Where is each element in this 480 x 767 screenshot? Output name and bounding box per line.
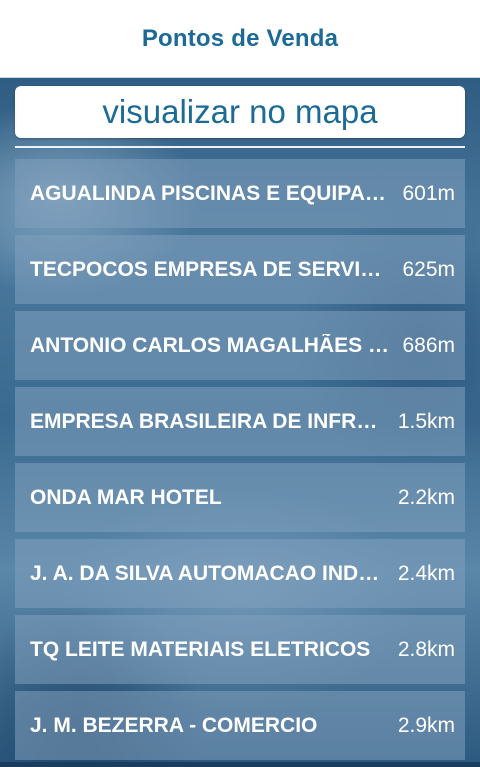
store-distance: 601m — [402, 181, 455, 205]
store-distance: 625m — [402, 257, 455, 281]
store-distance: 1.5km — [397, 409, 455, 433]
view-on-map-button[interactable]: visualizar no mapa — [15, 86, 465, 138]
store-distance: 2.4km — [397, 561, 455, 585]
store-distance: 2.9km — [397, 713, 455, 737]
list-item-store[interactable]: J. A. DA SILVA AUTOMACAO INDUSTRIAL 2.4k… — [15, 539, 465, 608]
list-item-store[interactable]: TQ LEITE MATERIAIS ELETRICOS 2.8km — [15, 615, 465, 684]
store-list: AGUALINDA PISCINAS E EQUIPAMENTOS 601m T… — [15, 159, 465, 767]
store-name: J. M. BEZERRA - COMERCIO — [30, 713, 318, 737]
store-name: EMPRESA BRASILEIRA DE INFRAESTRUTURA — [30, 409, 398, 433]
view-on-map-label: visualizar no mapa — [102, 93, 378, 130]
list-item-store[interactable]: J. M. BEZERRA - COMERCIO 2.9km — [15, 691, 465, 760]
list-item-store[interactable]: AGUALINDA PISCINAS E EQUIPAMENTOS 601m — [15, 159, 465, 228]
list-item-store[interactable]: ONDA MAR HOTEL 2.2km — [15, 463, 465, 532]
store-name: J. A. DA SILVA AUTOMACAO INDUSTRIAL — [30, 561, 398, 585]
app-header: Pontos de Venda — [0, 0, 480, 78]
store-name: TECPOCOS EMPRESA DE SERVICOS — [30, 257, 403, 281]
store-name: TQ LEITE MATERIAIS ELETRICOS — [30, 637, 371, 661]
list-item-store[interactable]: TECPOCOS EMPRESA DE SERVICOS 625m — [15, 235, 465, 304]
store-distance: 2.2km — [397, 485, 455, 509]
page-title: Pontos de Venda — [141, 24, 339, 52]
store-name: AGUALINDA PISCINAS E EQUIPAMENTOS — [30, 181, 402, 205]
store-distance: 686m — [402, 333, 455, 357]
store-name: ONDA MAR HOTEL — [30, 485, 222, 509]
store-name: ANTONIO CARLOS MAGALHÃES DA SILVA — [30, 333, 402, 357]
divider — [15, 146, 465, 148]
list-item-store[interactable]: ANTONIO CARLOS MAGALHÃES DA SILVA 686m — [15, 311, 465, 380]
list-item-store[interactable]: EMPRESA BRASILEIRA DE INFRAESTRUTURA 1.5… — [15, 387, 465, 456]
store-distance: 2.8km — [397, 637, 455, 661]
